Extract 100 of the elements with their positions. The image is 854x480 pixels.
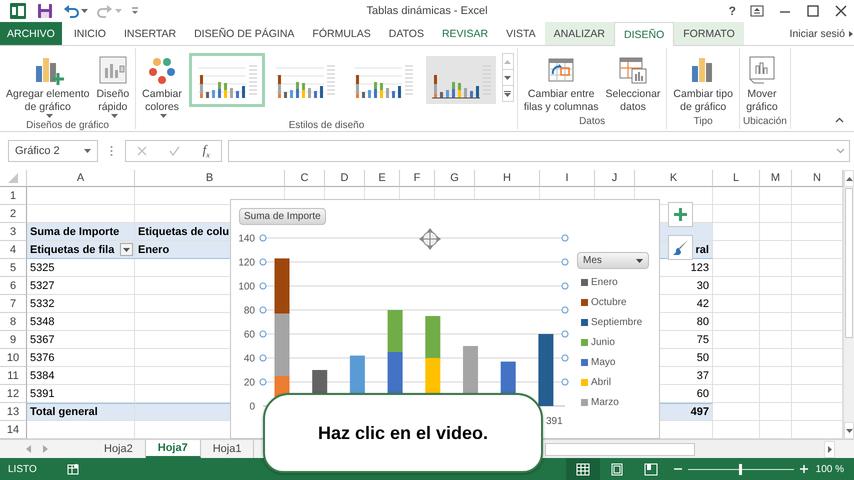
scroll-up-button[interactable] [844, 170, 854, 187]
column-header[interactable]: K [635, 170, 713, 187]
ribbon-tab[interactable]: FORMATO [674, 22, 744, 45]
row-header[interactable]: 10 [0, 349, 27, 367]
sheet-tab[interactable]: Hoja7 [146, 440, 201, 458]
more-button[interactable] [502, 85, 514, 102]
column-header[interactable]: B [135, 170, 285, 187]
ribbon-button[interactable]: Mover gráfico [742, 53, 781, 116]
column-header[interactable]: L [713, 170, 760, 187]
callout: Haz clic en el video. [263, 393, 543, 473]
insert-function-button[interactable]: f$_{x}$ [202, 142, 210, 160]
ribbon-tab[interactable]: DATOS [380, 22, 433, 45]
ribbon-tab[interactable]: INICIO [64, 22, 115, 45]
ribbon-button[interactable]: Cambiar entre filas y columnas [520, 53, 602, 116]
group-label: Diseños de gráfico [25, 119, 110, 134]
column-header[interactable]: J [595, 170, 635, 187]
scroll-down-button[interactable] [844, 422, 854, 439]
column-header[interactable]: A [27, 170, 135, 187]
column-header[interactable]: N [792, 170, 843, 187]
scrollbar-thumb[interactable] [845, 188, 853, 338]
help-button[interactable]: ? [728, 4, 736, 18]
plus-button[interactable] [668, 202, 693, 227]
row-header[interactable]: 5 [0, 259, 27, 277]
vertical-scrollbar[interactable] [843, 170, 854, 439]
row-header[interactable]: 6 [0, 277, 27, 295]
customize-icon[interactable] [131, 6, 139, 16]
filter-dropdown-button[interactable] [120, 243, 133, 256]
ribbon-button[interactable]: Seleccionar datos [602, 53, 664, 116]
resize-handle[interactable] [260, 354, 266, 362]
group-label: Datos [578, 115, 606, 130]
resize-handle[interactable] [260, 306, 266, 314]
column-header[interactable]: F [400, 170, 435, 187]
legend-field-button[interactable]: Mes [577, 252, 649, 269]
row-header[interactable]: 2 [0, 205, 27, 223]
macro-icon[interactable] [66, 463, 79, 475]
ribbon-display-icon[interactable] [750, 4, 764, 18]
scroll-right-icon[interactable] [847, 28, 854, 38]
resize-handle[interactable] [562, 330, 568, 338]
group-label: Ubicación [742, 115, 787, 130]
ribbon-tab[interactable]: REVISAR [432, 22, 498, 45]
column-header[interactable]: H [475, 170, 540, 187]
column-header[interactable]: C [285, 170, 325, 187]
empty-cell [713, 349, 760, 367]
zoom-slider-thumb[interactable] [739, 464, 742, 474]
resize-handle[interactable] [562, 354, 568, 362]
resize-handle[interactable] [260, 234, 266, 242]
save-icon[interactable] [36, 2, 54, 20]
column-header[interactable]: E [365, 170, 400, 187]
horizontal-scrollbar[interactable] [545, 440, 835, 458]
row-header[interactable]: 7 [0, 295, 27, 313]
resize-handle[interactable] [260, 378, 266, 386]
row-header[interactable]: 12 [0, 385, 27, 403]
scroll-right-button[interactable] [824, 440, 835, 458]
scrollbar-thumb[interactable] [545, 442, 695, 456]
name-box[interactable]: Gráfico 2 [8, 140, 98, 162]
row-header[interactable]: 8 [0, 313, 27, 331]
chevron-down-icon[interactable] [836, 148, 845, 154]
row-header[interactable]: 9 [0, 331, 27, 349]
ribbon-button[interactable]: Cambiar tipo de gráfico [670, 53, 736, 116]
empty-cell [713, 385, 760, 403]
ribbon-tab[interactable]: ARCHIVO [0, 22, 62, 45]
row-label: 5348 [27, 313, 135, 331]
column-header[interactable]: M [760, 170, 792, 187]
column-header[interactable]: D [325, 170, 365, 187]
empty-cell [760, 187, 792, 205]
chevron-up-icon[interactable] [835, 117, 844, 123]
resize-handle[interactable] [562, 258, 568, 266]
column-header[interactable]: G [435, 170, 475, 187]
ribbon-tab[interactable]: DISEÑO [614, 22, 674, 46]
column-header[interactable]: I [540, 170, 595, 187]
resize-handle[interactable] [260, 258, 266, 266]
ribbon-button[interactable]: Diseño rápido [93, 53, 132, 120]
ribbon-tab[interactable]: ANALIZAR [544, 22, 614, 45]
ribbon-tab[interactable]: FÓRMULAS [303, 22, 380, 45]
page-icon [610, 462, 624, 476]
formula-field[interactable] [228, 140, 850, 162]
ribbon-tab[interactable]: INSERTAR [114, 22, 186, 45]
resize-handle[interactable] [562, 282, 568, 290]
maximize-icon[interactable] [806, 4, 820, 18]
zoom-in-icon[interactable] [800, 465, 808, 473]
chart-style-thumbnail[interactable] [188, 53, 265, 107]
ribbon-button[interactable]: Cambiar colores [139, 53, 185, 120]
ribbon-tab[interactable]: DISEÑO DE PÁGINA [185, 22, 304, 45]
field-button[interactable]: Suma de Importe [239, 208, 326, 225]
resize-handle[interactable] [562, 306, 568, 314]
resize-handle[interactable] [260, 282, 266, 290]
resize-handle[interactable] [562, 234, 568, 242]
view-button[interactable] [566, 458, 600, 480]
row-header[interactable]: 11 [0, 367, 27, 385]
ribbon-tab[interactable]: VISTA [497, 22, 545, 45]
row-header[interactable]: 1 [0, 187, 27, 205]
ribbon-button[interactable]: Agregar elemento de gráfico [3, 53, 92, 120]
sign-in-link[interactable]: Iniciar sesió [784, 22, 847, 45]
scroll-down-button[interactable] [502, 69, 514, 86]
brush-button[interactable] [668, 235, 693, 260]
zoom-level[interactable]: 100 % [816, 464, 844, 474]
resize-handle[interactable] [260, 330, 266, 338]
resize-handle[interactable] [562, 378, 568, 386]
undo-icon[interactable] [63, 4, 79, 18]
close-icon[interactable] [834, 4, 848, 18]
